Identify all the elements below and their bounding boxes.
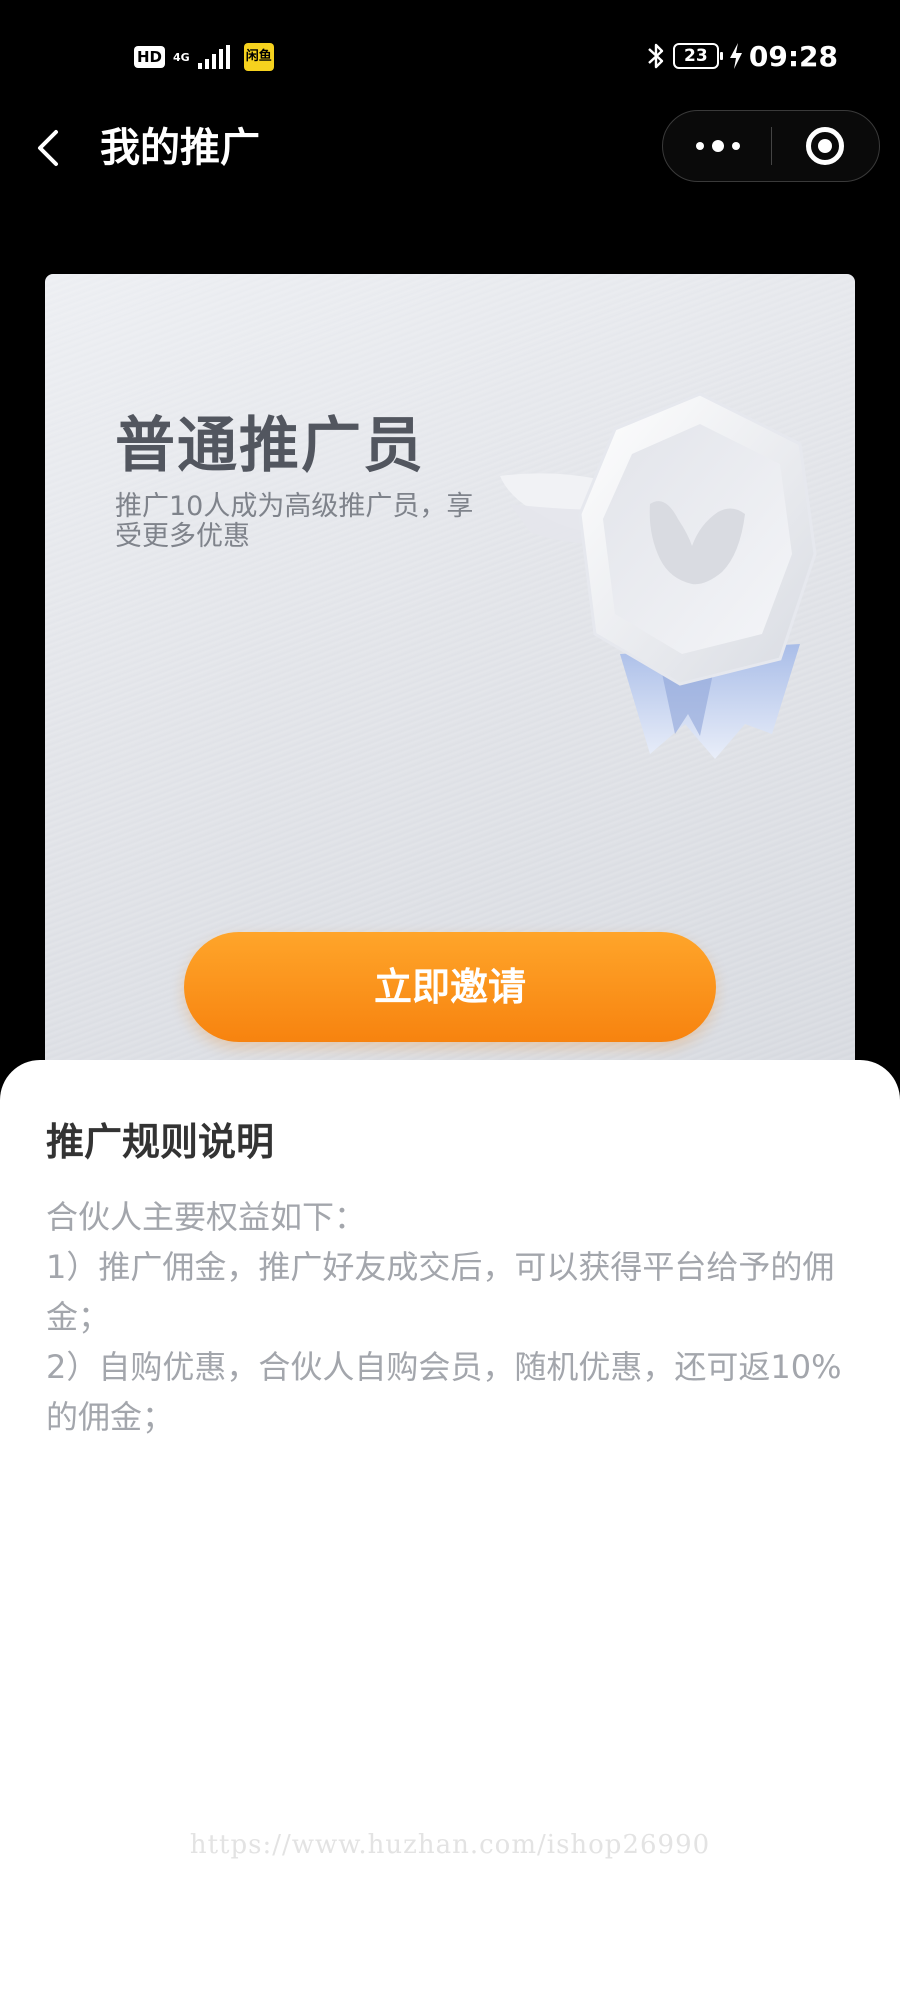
- status-left: HD 4G 闲鱼: [134, 40, 274, 74]
- signal-icon: [197, 45, 230, 69]
- back-button[interactable]: [30, 124, 70, 172]
- clock: 09:28: [748, 39, 838, 73]
- mini-program-capsule: [662, 110, 880, 182]
- app-notification-icon: 闲鱼: [243, 43, 274, 71]
- bluetooth-icon: [648, 43, 664, 69]
- network-label: 4G: [173, 50, 190, 64]
- more-button[interactable]: [663, 111, 771, 181]
- target-icon: [806, 127, 844, 165]
- invite-now-button[interactable]: 立即邀请: [184, 932, 716, 1042]
- more-dots-icon: [696, 140, 740, 152]
- status-bar: HD 4G 闲鱼 23 09:28: [0, 0, 900, 110]
- rules-line: 2）自购优惠，合伙人自购会员，随机优惠，还可返10%的佣金；: [46, 1348, 842, 1436]
- level-description: 推广10人成为高级推广员，享受更多优惠: [115, 491, 474, 552]
- rules-title: 推广规则说明: [46, 1120, 275, 1164]
- rules-panel: 推广规则说明 合伙人主要权益如下： 1）推广佣金，推广好友成交后，可以获得平台给…: [0, 1060, 900, 2000]
- watermark: https://www.huzhan.com/ishop26990: [189, 1830, 711, 1860]
- medal-badge-icon: [500, 392, 817, 759]
- nav-bar: 我的推广: [0, 110, 900, 186]
- chevron-left-icon: [38, 130, 58, 166]
- battery-icon: 23: [672, 43, 723, 69]
- promoter-level-card: 普通推广员 推广10人成为高级推广员，享受更多优惠 立即邀请: [45, 274, 855, 1074]
- charging-icon: [729, 43, 742, 69]
- level-title: 普通推广员: [115, 411, 425, 481]
- close-mini-program-button[interactable]: [772, 111, 880, 181]
- hd-icon: HD: [134, 46, 166, 68]
- rules-line: 1）推广佣金，推广好友成交后，可以获得平台给予的佣金；: [46, 1248, 835, 1336]
- page-title: 我的推广: [100, 125, 260, 171]
- status-right: 23 09:28: [645, 38, 838, 74]
- rules-line: 合伙人主要权益如下：: [46, 1198, 367, 1236]
- rules-body: 合伙人主要权益如下： 1）推广佣金，推广好友成交后，可以获得平台给予的佣金； 2…: [46, 1192, 866, 1442]
